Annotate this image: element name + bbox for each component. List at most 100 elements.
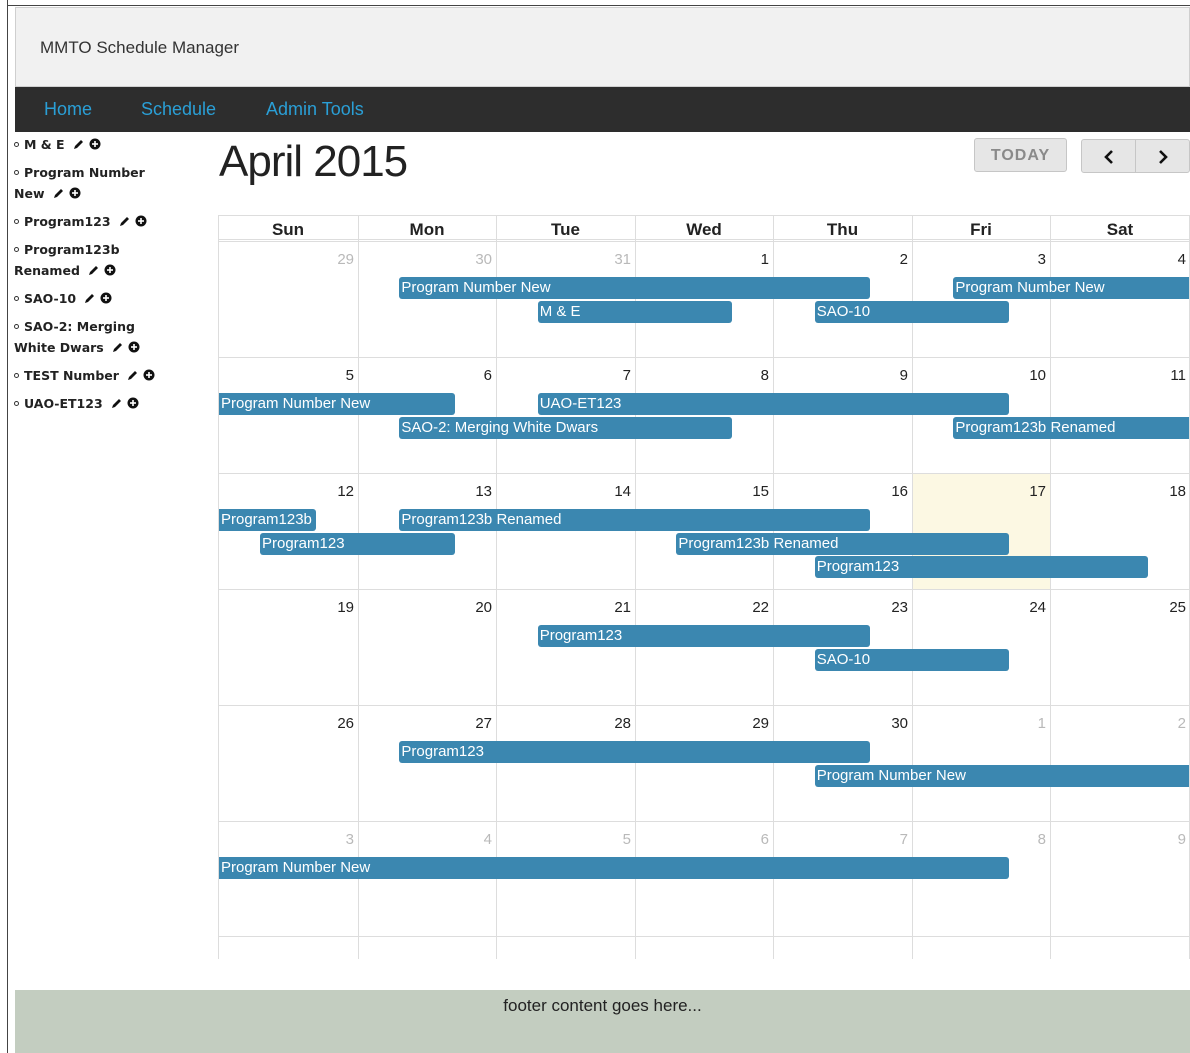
day-number[interactable]: 16 [773, 483, 908, 500]
next-month-button[interactable] [1135, 139, 1190, 173]
day-number[interactable]: 31 [496, 251, 631, 268]
day-number[interactable]: 5 [496, 831, 631, 848]
calendar-event[interactable]: Program123b Renamed [676, 532, 1009, 555]
pencil-icon[interactable] [84, 289, 96, 310]
calendar-event[interactable]: Program Number New [399, 277, 871, 299]
today-button[interactable]: TODAY [974, 138, 1067, 172]
day-number[interactable]: 8 [635, 367, 769, 384]
program-sidebar: M & E Program Number New Program123 Prog… [14, 134, 204, 421]
calendar-event[interactable]: Program Number New [219, 393, 455, 415]
day-number[interactable]: 9 [773, 367, 908, 384]
pencil-icon[interactable] [127, 366, 139, 387]
day-number[interactable]: 1 [635, 251, 769, 268]
app-title[interactable]: MMTO Schedule Manager [40, 38, 239, 58]
page-footer: footer content goes here... [15, 990, 1190, 1053]
prev-month-button[interactable] [1081, 139, 1136, 173]
day-number[interactable]: 27 [358, 715, 492, 732]
day-number[interactable]: 29 [218, 251, 354, 268]
calendar-event[interactable]: M & E [537, 300, 732, 323]
bullet-icon [14, 401, 19, 406]
day-number[interactable]: 10 [912, 367, 1046, 384]
calendar-event[interactable]: SAO-2: Merging White Dwars [399, 416, 732, 439]
bullet-icon [14, 324, 19, 329]
day-number[interactable]: 2 [773, 251, 908, 268]
calendar-event[interactable]: Program123 [814, 556, 1148, 578]
sidebar-item-sao-2: SAO-2: Merging White Dwars [14, 316, 154, 359]
day-number[interactable]: 17 [912, 483, 1046, 500]
calendar-event[interactable]: Program123 [399, 741, 871, 763]
day-number[interactable]: 26 [218, 715, 354, 732]
day-number[interactable]: 9 [1050, 831, 1186, 848]
calendar-event[interactable]: Program Number New [219, 857, 1009, 879]
calendar-event[interactable]: Program123b [219, 509, 316, 531]
plus-circle-icon[interactable] [127, 394, 139, 415]
sidebar-item-program123: Program123 [14, 211, 194, 233]
pencil-icon[interactable] [119, 212, 131, 233]
plus-circle-icon[interactable] [89, 135, 101, 156]
plus-circle-icon[interactable] [143, 366, 155, 387]
plus-circle-icon[interactable] [69, 184, 81, 205]
weekday-header-fri: Fri [970, 220, 992, 239]
day-number[interactable]: 5 [218, 367, 354, 384]
calendar-event[interactable]: SAO-10 [814, 300, 1009, 323]
sidebar-item-test-number: TEST Number [14, 365, 194, 387]
day-number[interactable]: 7 [496, 367, 631, 384]
day-number[interactable]: 11 [1050, 367, 1186, 384]
bullet-icon [14, 296, 19, 301]
pencil-icon[interactable] [53, 184, 65, 205]
day-number[interactable]: 3 [912, 251, 1046, 268]
plus-circle-icon[interactable] [100, 289, 112, 310]
plus-circle-icon[interactable] [135, 212, 147, 233]
day-number[interactable]: 29 [635, 715, 769, 732]
day-number[interactable]: 12 [218, 483, 354, 500]
pencil-icon[interactable] [111, 394, 123, 415]
day-number[interactable]: 15 [635, 483, 769, 500]
calendar-event[interactable]: Program Number New [953, 277, 1189, 299]
nav-admin-tools-link[interactable]: Admin Tools [266, 99, 364, 120]
day-number[interactable]: 3 [218, 831, 354, 848]
day-number[interactable]: 2 [1050, 715, 1186, 732]
grid-row-line [218, 936, 1190, 937]
day-number[interactable]: 6 [635, 831, 769, 848]
day-number[interactable]: 30 [358, 251, 492, 268]
chevron-left-icon [1104, 150, 1113, 164]
day-number[interactable]: 19 [218, 599, 354, 616]
nav-home-link[interactable]: Home [44, 99, 92, 120]
day-number[interactable]: 18 [1050, 483, 1186, 500]
sidebar-item-label: UAO-ET123 [24, 396, 103, 411]
calendar-event[interactable]: Program123 [260, 532, 455, 555]
pencil-icon[interactable] [88, 261, 100, 282]
weekday-header-mon: Mon [409, 220, 445, 239]
nav-schedule-link[interactable]: Schedule [141, 99, 216, 120]
day-number[interactable]: 1 [912, 715, 1046, 732]
grid-row-line [218, 357, 1190, 358]
day-number[interactable]: 28 [496, 715, 631, 732]
calendar-event[interactable]: Program123b Renamed [399, 509, 871, 531]
day-number[interactable]: 14 [496, 483, 631, 500]
day-number[interactable]: 30 [773, 715, 908, 732]
sidebar-item-label: Program123 [24, 214, 111, 229]
day-number[interactable]: 20 [358, 599, 492, 616]
day-number[interactable]: 4 [1050, 251, 1186, 268]
calendar-event[interactable]: Program123b Renamed [953, 416, 1189, 439]
day-number[interactable]: 21 [496, 599, 631, 616]
plus-circle-icon[interactable] [128, 338, 140, 359]
day-number[interactable]: 13 [358, 483, 492, 500]
pencil-icon[interactable] [73, 135, 85, 156]
day-number[interactable]: 24 [912, 599, 1046, 616]
day-number[interactable]: 6 [358, 367, 492, 384]
day-number[interactable]: 22 [635, 599, 769, 616]
day-number[interactable]: 25 [1050, 599, 1186, 616]
pencil-icon[interactable] [112, 338, 124, 359]
bullet-icon [14, 219, 19, 224]
calendar-event[interactable]: Program Number New [814, 764, 1189, 787]
calendar-event[interactable]: Program123 [537, 625, 871, 647]
calendar-event[interactable]: UAO-ET123 [537, 393, 1009, 415]
calendar-event[interactable]: SAO-10 [814, 648, 1009, 671]
day-number[interactable]: 4 [358, 831, 492, 848]
day-number[interactable]: 7 [773, 831, 908, 848]
plus-circle-icon[interactable] [104, 261, 116, 282]
day-number[interactable]: 23 [773, 599, 908, 616]
bullet-icon [14, 373, 19, 378]
day-number[interactable]: 8 [912, 831, 1046, 848]
